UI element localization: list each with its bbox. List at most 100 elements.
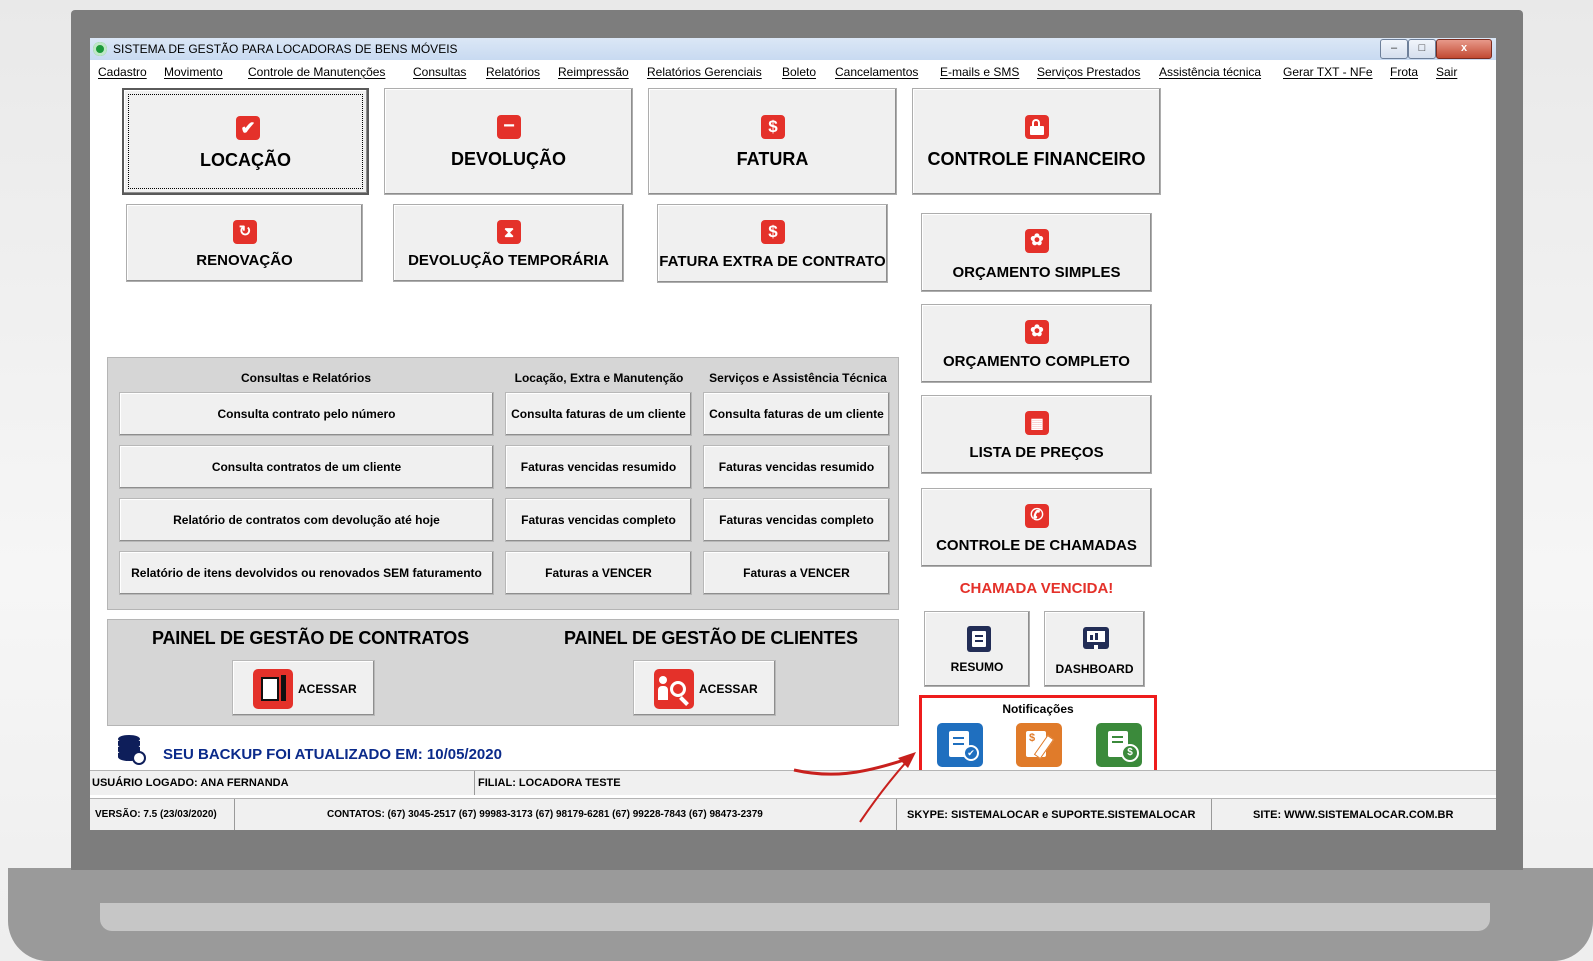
- notification-invoice-icon[interactable]: $: [1016, 723, 1062, 767]
- app-logo-icon: [93, 42, 107, 56]
- menu-cancelamentos[interactable]: Cancelamentos: [835, 65, 918, 79]
- col2-title: Locação, Extra e Manutenção: [514, 371, 684, 385]
- fatura-extra-label: FATURA EXTRA DE CONTRATO: [659, 253, 886, 270]
- notificacoes-label: Notificações: [1002, 702, 1074, 716]
- filial: FILIAL: LOCADORA TESTE: [478, 777, 621, 789]
- gear-icon: ✿: [1025, 229, 1049, 253]
- consulta-contratos-cliente-button[interactable]: Consulta contratos de um cliente: [119, 445, 494, 489]
- acessar-clientes-label: ACESSAR: [699, 682, 758, 696]
- orcamento-completo-label: ORÇAMENTO COMPLETO: [943, 353, 1130, 370]
- notification-contract-icon[interactable]: ✔: [937, 723, 983, 767]
- locacao-faturas-vencer-button[interactable]: Faturas a VENCER: [505, 551, 692, 595]
- locacao-button[interactable]: ✔ LOCAÇÃO: [122, 88, 369, 195]
- refresh-icon: ↻: [233, 220, 257, 244]
- lista-precos-button[interactable]: ▦ LISTA DE PREÇOS: [921, 395, 1152, 474]
- usuario-logado: USUÁRIO LOGADO: ANA FERNANDA: [92, 777, 289, 789]
- menu-assistencia-tecnica[interactable]: Assistência técnica: [1159, 65, 1261, 79]
- notificacoes-highlight: Notificações ✔ $ $: [919, 695, 1157, 773]
- resumo-label: RESUMO: [950, 660, 1004, 674]
- dashboard-label: DASHBOARD: [1055, 662, 1134, 676]
- skype: SKYPE: SISTEMALOCAR e SUPORTE.SISTEMALOC…: [907, 809, 1196, 821]
- controle-financeiro-label: CONTROLE FINANCEIRO: [927, 149, 1146, 169]
- painel-clientes-title: PAINEL DE GESTÃO DE CLIENTES: [564, 628, 858, 648]
- monitor-icon: [1083, 627, 1109, 649]
- resumo-button[interactable]: RESUMO: [924, 611, 1030, 687]
- maximize-button[interactable]: □: [1408, 39, 1436, 59]
- close-button[interactable]: x: [1436, 39, 1492, 59]
- menu-emails-sms[interactable]: E-mails e SMS: [940, 65, 1019, 79]
- menu-gerar-txt-nfe[interactable]: Gerar TXT - NFe: [1283, 65, 1373, 79]
- fatura-extra-button[interactable]: $ FATURA EXTRA DE CONTRATO: [657, 204, 888, 283]
- laptop-base-slot: [100, 903, 1490, 931]
- dollar-icon: $: [761, 220, 785, 244]
- menu-reimpressao[interactable]: Reimpressão: [558, 65, 629, 79]
- locacao-faturas-vencidas-resumido-button[interactable]: Faturas vencidas resumido: [505, 445, 692, 489]
- fatura-button[interactable]: $ FATURA: [648, 88, 897, 195]
- menu-controle-manutencoes[interactable]: Controle de Manutenções: [248, 65, 385, 79]
- servicos-faturas-vencidas-resumido-button[interactable]: Faturas vencidas resumido: [703, 445, 890, 489]
- phone-icon: ✆: [1025, 504, 1049, 528]
- menu-consultas[interactable]: Consultas: [413, 65, 466, 79]
- devolucao-temporaria-button[interactable]: ⧗ DEVOLUÇÃO TEMPORÁRIA: [393, 204, 624, 282]
- minimize-button[interactable]: –: [1380, 39, 1408, 59]
- site: SITE: WWW.SISTEMALOCAR.COM.BR: [1253, 809, 1454, 821]
- menu-cadastro[interactable]: Cadastro: [98, 65, 147, 79]
- menu-relatorios[interactable]: Relatórios: [486, 65, 540, 79]
- paineis-gestao: PAINEL DE GESTÃO DE CONTRATOS PAINEL DE …: [107, 619, 899, 726]
- notification-payment-icon[interactable]: $: [1096, 723, 1142, 767]
- app-window: SISTEMA DE GESTÃO PARA LOCADORAS DE BENS…: [90, 38, 1496, 830]
- col3-title: Serviços e Assistência Técnica: [709, 371, 887, 385]
- devolucao-temporaria-label: DEVOLUÇÃO TEMPORÁRIA: [408, 252, 609, 269]
- locacao-faturas-vencidas-completo-button[interactable]: Faturas vencidas completo: [505, 498, 692, 542]
- menu-movimento[interactable]: Movimento: [164, 65, 223, 79]
- contatos: CONTATOS: (67) 3045-2517 (67) 99983-3173…: [327, 809, 763, 820]
- menu-relatorios-gerenciais[interactable]: Relatórios Gerenciais: [647, 65, 762, 79]
- clients-search-icon: [654, 669, 694, 709]
- servicos-faturas-vencidas-completo-button[interactable]: Faturas vencidas completo: [703, 498, 890, 542]
- renovacao-button[interactable]: ↻ RENOVAÇÃO: [126, 204, 363, 282]
- painel-contratos-title: PAINEL DE GESTÃO DE CONTRATOS: [152, 628, 469, 648]
- devolucao-label: DEVOLUÇÃO: [450, 149, 566, 169]
- dashboard-button[interactable]: DASHBOARD: [1044, 611, 1145, 687]
- orcamento-simples-button[interactable]: ✿ ORÇAMENTO SIMPLES: [921, 213, 1152, 292]
- acessar-contratos-label: ACESSAR: [298, 682, 357, 696]
- devolucao-button[interactable]: − DEVOLUÇÃO: [384, 88, 633, 195]
- acessar-clientes-button[interactable]: ACESSAR: [633, 660, 776, 716]
- minus-icon: −: [497, 115, 521, 139]
- clipboard-icon: [967, 626, 991, 652]
- calculator-icon: ▦: [1025, 411, 1049, 435]
- fatura-label: FATURA: [736, 149, 809, 169]
- renovacao-label: RENOVAÇÃO: [196, 252, 293, 269]
- focus-ring: [128, 94, 363, 189]
- orcamento-completo-button[interactable]: ✿ ORÇAMENTO COMPLETO: [921, 304, 1152, 383]
- window-title: SISTEMA DE GESTÃO PARA LOCADORAS DE BENS…: [113, 42, 458, 56]
- hourglass-icon: ⧗: [497, 220, 521, 244]
- controle-financeiro-button[interactable]: CONTROLE FINANCEIRO: [912, 88, 1161, 195]
- menu-sair[interactable]: Sair: [1436, 65, 1457, 79]
- menu-boleto[interactable]: Boleto: [782, 65, 816, 79]
- gear-icon: ✿: [1025, 320, 1049, 344]
- consulta-contrato-numero-button[interactable]: Consulta contrato pelo número: [119, 392, 494, 436]
- backup-status: SEU BACKUP FOI ATUALIZADO EM: 10/05/2020: [163, 746, 502, 763]
- controle-chamadas-button[interactable]: ✆ CONTROLE DE CHAMADAS: [921, 488, 1152, 567]
- consultas-panel: Consultas e Relatórios Locação, Extra e …: [107, 357, 899, 610]
- servicos-consulta-faturas-button[interactable]: Consulta faturas de um cliente: [703, 392, 890, 436]
- relatorio-itens-devolvidos-button[interactable]: Relatório de itens devolvidos ou renovad…: [119, 551, 494, 595]
- locacao-consulta-faturas-button[interactable]: Consulta faturas de um cliente: [505, 392, 692, 436]
- database-icon: [116, 735, 148, 767]
- menu-bar: Cadastro Movimento Controle de Manutençõ…: [90, 62, 1496, 82]
- menu-servicos-prestados[interactable]: Serviços Prestados: [1037, 65, 1140, 79]
- col1-title: Consultas e Relatórios: [240, 371, 372, 385]
- controle-chamadas-label: CONTROLE DE CHAMADAS: [936, 537, 1137, 554]
- contract-edit-icon: [253, 669, 293, 709]
- acessar-contratos-button[interactable]: ACESSAR: [232, 660, 375, 716]
- annotation-arrow: [793, 752, 916, 823]
- versao: VERSÃO: 7.5 (23/03/2020): [95, 809, 217, 820]
- lock-icon: [1025, 115, 1049, 139]
- servicos-faturas-vencer-button[interactable]: Faturas a VENCER: [703, 551, 890, 595]
- dollar-icon: $: [761, 115, 785, 139]
- relatorio-contratos-devolucao-button[interactable]: Relatório de contratos com devolução até…: [119, 498, 494, 542]
- chamada-vencida-alert: CHAMADA VENCIDA!: [959, 580, 1114, 597]
- title-bar: SISTEMA DE GESTÃO PARA LOCADORAS DE BENS…: [90, 38, 1496, 60]
- menu-frota[interactable]: Frota: [1390, 65, 1418, 79]
